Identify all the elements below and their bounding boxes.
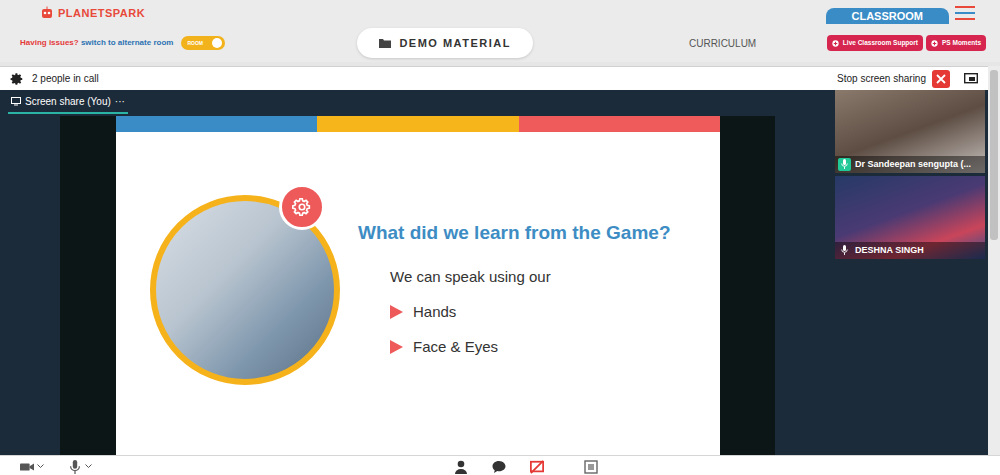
room-toggle[interactable]: ROOM [181, 36, 225, 50]
gear-icon[interactable] [10, 72, 24, 86]
gear-icon [291, 196, 313, 218]
microphone-button[interactable] [68, 460, 92, 474]
slide: What did we learn from the Game? We can … [116, 116, 720, 455]
caret-icon [37, 464, 44, 469]
color-bar [519, 116, 720, 132]
classroom-tab[interactable]: CLASSROOM [826, 8, 950, 24]
slide-title: What did we learn from the Game? [358, 221, 671, 245]
slide-bullet: Face & Eyes [390, 337, 671, 357]
whiteboard-icon[interactable] [584, 460, 598, 474]
bottom-toolbar [0, 455, 1000, 475]
caret-icon [85, 464, 92, 469]
support-button[interactable]: PS Moments [926, 35, 986, 51]
triangle-bullet-icon [390, 305, 403, 319]
color-bar [116, 116, 317, 132]
participants-icon[interactable] [454, 460, 468, 474]
plus-circle-icon [931, 40, 938, 47]
stop-sharing-button[interactable] [932, 70, 950, 88]
menu-icon[interactable] [955, 6, 975, 20]
slide-bullet: Hands [390, 302, 671, 322]
folder-icon [379, 38, 391, 48]
people-count: 2 people in call [32, 71, 99, 86]
mic-status [838, 244, 851, 257]
camera-icon [20, 460, 34, 474]
close-icon [936, 74, 946, 84]
stop-sharing-label: Stop screen sharing [837, 71, 926, 86]
participant-name: Dr Sandeepan sengupta (... [855, 158, 971, 172]
slide-intro: We can speak using our [390, 267, 671, 287]
more-button[interactable]: ··· [115, 94, 125, 109]
camera-button[interactable] [20, 460, 44, 474]
monitor-icon [11, 97, 21, 106]
chat-icon[interactable] [492, 460, 506, 474]
alternate-room-link[interactable]: Having issues? switch to alternate room [0, 37, 173, 49]
scrollbar[interactable] [988, 66, 1000, 455]
robot-icon [40, 6, 54, 20]
screen-share-off-icon[interactable] [530, 460, 544, 474]
top-header: PLANETSPARK CLASSROOM Having issues? swi… [0, 0, 1000, 62]
mic-status [838, 158, 851, 171]
triangle-bullet-icon [390, 340, 403, 354]
curriculum-link[interactable]: CURRICULUM [689, 36, 756, 51]
demo-material-button[interactable]: DEMO MATERIAL [357, 28, 533, 58]
plus-circle-icon [832, 40, 839, 47]
microphone-icon [841, 245, 848, 255]
support-button[interactable]: Live Classroom Support [827, 35, 923, 51]
participant-name: DESHNA SINGH [855, 244, 924, 258]
color-bar [317, 116, 518, 132]
participant-tile[interactable]: DESHNA SINGH [835, 176, 985, 259]
logo[interactable]: PLANETSPARK [0, 0, 145, 22]
screen-share-tab[interactable]: Screen share (You) ··· [8, 90, 128, 114]
microphone-icon [841, 159, 848, 169]
participant-tile[interactable]: Dr Sandeepan sengupta (... [835, 90, 985, 173]
call-bar: 2 people in call Stop screen sharing [0, 66, 988, 90]
layout-icon[interactable] [964, 73, 978, 85]
microphone-icon [68, 460, 82, 474]
